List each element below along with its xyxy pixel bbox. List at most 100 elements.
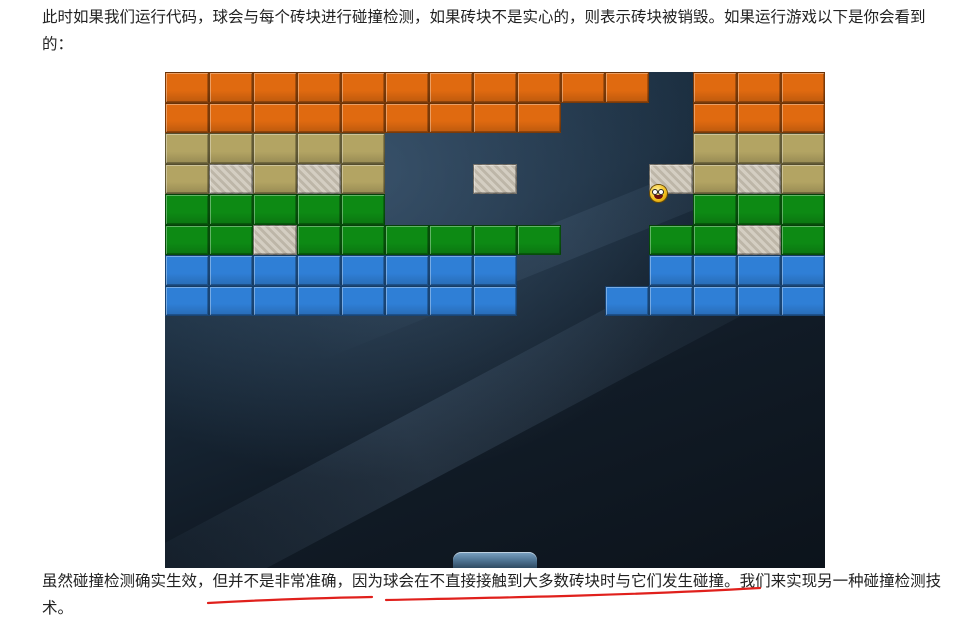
- brick-blue: [253, 285, 297, 316]
- brick-orange: [693, 72, 737, 103]
- brick-blue: [693, 285, 737, 316]
- paddle-icon: [453, 552, 537, 568]
- brick-blue: [209, 285, 253, 316]
- brick-blue: [297, 285, 341, 316]
- brick-olive: [253, 163, 297, 194]
- brick-solid-stone: [473, 163, 517, 194]
- brick-green: [781, 224, 825, 255]
- brick-orange: [165, 102, 209, 133]
- underlined-phrase-1: 但并不是非常准确: [212, 572, 337, 590]
- brick-olive: [737, 133, 781, 164]
- brick-green: [649, 224, 693, 255]
- brick-orange: [341, 72, 385, 103]
- brick-solid-stone: [253, 224, 297, 255]
- brick-orange: [473, 102, 517, 133]
- brick-orange: [473, 72, 517, 103]
- brick-orange: [209, 72, 253, 103]
- paragraph-text-pre: 虽然碰撞检测确实生效，: [42, 572, 213, 590]
- brick-blue: [165, 285, 209, 316]
- brick-blue: [781, 255, 825, 286]
- brick-olive: [781, 163, 825, 194]
- smiley-face-ball-icon: [650, 185, 667, 202]
- brick-orange: [605, 72, 649, 103]
- brick-orange: [253, 102, 297, 133]
- brick-green: [297, 224, 341, 255]
- brick-green: [253, 194, 297, 225]
- brick-blue: [737, 255, 781, 286]
- brick-orange: [297, 72, 341, 103]
- brick-olive: [341, 133, 385, 164]
- brick-olive: [253, 133, 297, 164]
- ball-mouth: [654, 195, 663, 199]
- brick-green: [693, 194, 737, 225]
- brick-blue: [297, 255, 341, 286]
- brick-orange: [209, 102, 253, 133]
- brick-blue: [209, 255, 253, 286]
- brick-blue: [693, 255, 737, 286]
- brick-blue: [781, 285, 825, 316]
- brick-green: [209, 224, 253, 255]
- brick-green: [341, 224, 385, 255]
- ball-eye: [653, 190, 657, 194]
- brick-grid: [165, 72, 825, 568]
- brick-blue: [473, 255, 517, 286]
- brick-orange: [517, 102, 561, 133]
- brick-orange: [385, 102, 429, 133]
- brick-olive: [341, 163, 385, 194]
- paragraph-comma: ，: [336, 572, 353, 590]
- brick-green: [209, 194, 253, 225]
- brick-green: [737, 194, 781, 225]
- brick-blue: [385, 285, 429, 316]
- brick-blue: [165, 255, 209, 286]
- brick-orange: [297, 102, 341, 133]
- brick-blue: [605, 285, 649, 316]
- brick-blue: [473, 285, 517, 316]
- brick-green: [297, 194, 341, 225]
- brick-orange: [561, 72, 605, 103]
- brick-blue: [341, 255, 385, 286]
- brick-green: [473, 224, 517, 255]
- brick-green: [517, 224, 561, 255]
- brick-blue: [649, 255, 693, 286]
- brick-orange: [781, 102, 825, 133]
- brick-orange: [341, 102, 385, 133]
- brick-blue: [385, 255, 429, 286]
- paragraph-text: 此时如果我们运行代码，球会与每个砖块进行碰撞检测，如果砖块不是实心的，则表示砖块…: [42, 8, 926, 53]
- brick-olive: [165, 133, 209, 164]
- brick-orange: [781, 72, 825, 103]
- brick-green: [429, 224, 473, 255]
- brick-orange: [517, 72, 561, 103]
- brick-blue: [341, 285, 385, 316]
- underlined-phrase-2: 因为球会在不直接接触到大多数砖块时与它们发生碰撞: [352, 572, 725, 590]
- brick-orange: [429, 102, 473, 133]
- brick-orange: [429, 72, 473, 103]
- brick-orange: [165, 72, 209, 103]
- brick-green: [781, 194, 825, 225]
- brick-green: [693, 224, 737, 255]
- brick-solid-stone: [297, 163, 341, 194]
- brick-blue: [737, 285, 781, 316]
- brick-blue: [429, 255, 473, 286]
- breakout-game-screenshot: [165, 72, 825, 568]
- brick-green: [341, 194, 385, 225]
- brick-green: [385, 224, 429, 255]
- brick-blue: [649, 285, 693, 316]
- brick-green: [165, 194, 209, 225]
- brick-olive: [781, 133, 825, 164]
- brick-orange: [693, 102, 737, 133]
- brick-orange: [385, 72, 429, 103]
- ball-eye: [659, 190, 663, 194]
- brick-orange: [737, 72, 781, 103]
- brick-solid-stone: [209, 163, 253, 194]
- brick-olive: [209, 133, 253, 164]
- brick-solid-stone: [737, 224, 781, 255]
- article-paragraph-bottom: 虽然碰撞检测确实生效，但并不是非常准确，因为球会在不直接接触到大多数砖块时与它们…: [42, 568, 954, 622]
- brick-blue: [429, 285, 473, 316]
- brick-blue: [253, 255, 297, 286]
- brick-olive: [693, 133, 737, 164]
- article-paragraph-top: 此时如果我们运行代码，球会与每个砖块进行碰撞检测，如果砖块不是实心的，则表示砖块…: [42, 4, 954, 58]
- brick-orange: [253, 72, 297, 103]
- brick-solid-stone: [737, 163, 781, 194]
- brick-olive: [165, 163, 209, 194]
- brick-orange: [737, 102, 781, 133]
